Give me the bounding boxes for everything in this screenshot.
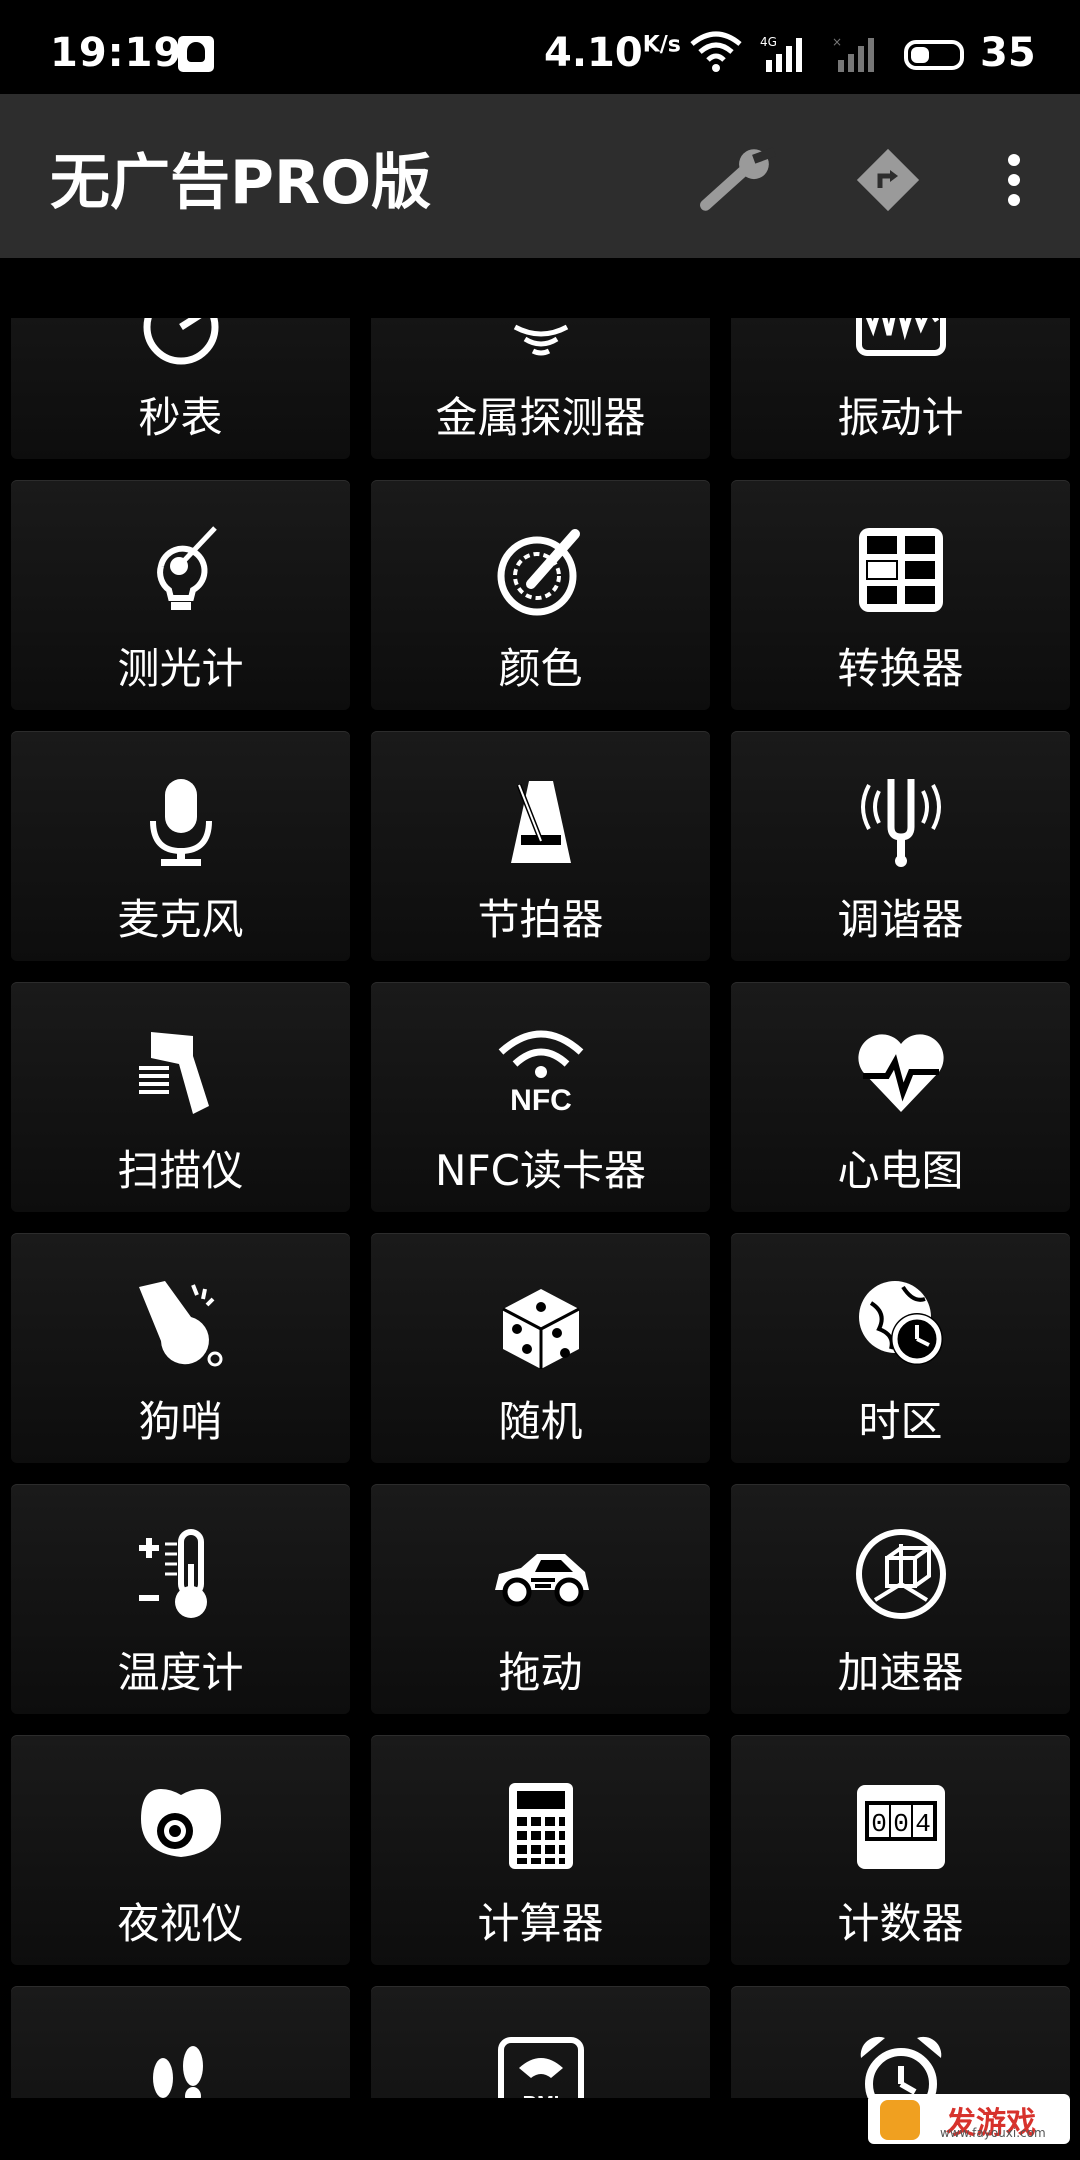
tool-tile[interactable]: NFC NFC读卡器 [371,982,710,1212]
tool-tile[interactable]: 加速器 [731,1484,1070,1714]
status-bar: 19:19 4.10K/s 4G × 35 [0,0,1080,94]
barcode-scanner-icon [138,1032,209,1114]
microphone-icon [149,779,212,866]
watermark-logo-icon [880,2100,920,2140]
network-type: 4G [760,35,777,49]
watermark-url: www.fayouxi.com [940,2126,1046,2140]
status-time: 19:19 [50,30,183,76]
network-speed: 4.10K/s [544,30,681,76]
tool-tile[interactable]: BMI [371,1986,710,2098]
tool-tile[interactable]: 扫描仪 [11,982,350,1212]
battery-icon [904,40,964,70]
tool-tile[interactable]: 0 0 4 计数器 [731,1735,1070,1965]
battery-level: 35 [980,30,1036,76]
tool-tile[interactable]: 节拍器 [371,731,710,961]
tool-tile[interactable]: 麦克风 [11,731,350,961]
tool-label: NFC读卡器 [435,1146,646,1195]
svg-text:×: × [832,35,842,49]
tool-label: 夜视仪 [117,1899,244,1948]
metronome-icon [510,781,571,863]
more-vertical-icon[interactable] [975,140,1053,220]
light-meter-icon [156,526,217,610]
nfc-icon: NFC [498,1030,583,1117]
tool-tile[interactable]: 拖动 [371,1484,710,1714]
tool-tile[interactable]: 夜视仪 [11,1735,350,1965]
watermark: 发游戏 www.fayouxi.com [868,2094,1070,2144]
tool-label: 计数器 [837,1899,964,1948]
color-picker-icon [497,529,580,616]
accelerometer-icon [855,1529,946,1619]
tool-label: 测光计 [117,644,244,693]
dice-icon [501,1289,580,1369]
app-title: 无广告PRO版 [50,148,432,218]
tool-tile[interactable]: 心电图 [731,982,1070,1212]
network-speed-unit: K/s [642,32,681,58]
bmi-scale-icon: BMI [497,2037,584,2098]
notification-icon [178,36,214,72]
signal-no-sim-icon: × [832,35,874,72]
tool-tile[interactable] [731,1986,1070,2098]
svg-text:NFC: NFC [510,1084,572,1117]
wrench-icon[interactable] [700,140,780,220]
svg-text:0: 0 [871,1809,887,1839]
vibrometer-icon [855,318,946,356]
tool-label: 温度计 [117,1648,244,1697]
tool-label: 时区 [858,1397,943,1446]
tool-tile[interactable] [11,1986,350,2098]
tool-tile[interactable]: 测光计 [11,480,350,710]
tool-tile[interactable]: 金属探测器 [371,318,710,459]
tool-tile[interactable]: 狗哨 [11,1233,350,1463]
signal-4g-icon: 4G [760,35,802,72]
tool-tile[interactable]: 秒表 [11,318,350,459]
tool-label: 麦克风 [117,895,244,944]
svg-text:0: 0 [893,1809,909,1839]
tool-tile[interactable]: 计算器 [371,1735,710,1965]
tool-grid: 秒表 金属探测器 振动计测光计 颜色 转换器麦克风 节拍器 调谐器扫描仪 NFC NFC读卡器 心… [0,318,1080,2098]
converter-icon [858,528,943,612]
footsteps-icon [152,2046,203,2098]
tool-tile[interactable]: 随机 [371,1233,710,1463]
tool-label: 加速器 [837,1648,964,1697]
globe-clock-icon [858,1281,943,1365]
tool-label: 调谐器 [837,895,964,944]
tool-tile[interactable]: 颜色 [371,480,710,710]
whistle-icon [138,1281,222,1367]
tool-label: 随机 [498,1397,583,1446]
tool-tile[interactable]: 调谐器 [731,731,1070,961]
tool-label: 计算器 [477,1899,604,1948]
tool-label: 颜色 [498,644,583,693]
thermometer-icon [138,1529,207,1618]
tool-tile[interactable]: 温度计 [11,1484,350,1714]
route-icon[interactable] [848,140,928,220]
tool-label: 秒表 [138,393,223,442]
tool-label: 节拍器 [477,895,604,944]
tool-label: 扫描仪 [117,1146,244,1195]
svg-text:BMI: BMI [522,2093,559,2098]
tool-tile[interactable]: 振动计 [731,318,1070,459]
calculator-icon [508,1783,573,1869]
metal-detector-icon [513,324,568,356]
heart-rate-icon [857,1034,944,1112]
tool-label: 拖动 [498,1648,583,1697]
car-icon [494,1554,589,1607]
tool-label: 狗哨 [138,1397,223,1446]
tool-label: 振动计 [837,393,964,442]
tuning-fork-icon [860,779,941,867]
svg-text:4: 4 [915,1809,931,1839]
app-bar: 无广告PRO版 [0,94,1080,258]
night-vision-icon [140,1789,221,1857]
tool-label: 转换器 [837,644,964,693]
tool-tile[interactable]: 转换器 [731,480,1070,710]
wifi-icon [690,31,742,72]
tool-tile[interactable]: 时区 [731,1233,1070,1463]
alarm-clock-icon [860,2036,941,2098]
stopwatch-icon [143,318,218,365]
tool-label: 心电图 [837,1146,964,1195]
tool-label: 金属探测器 [435,393,646,442]
counter-icon: 004 [856,1785,945,1869]
